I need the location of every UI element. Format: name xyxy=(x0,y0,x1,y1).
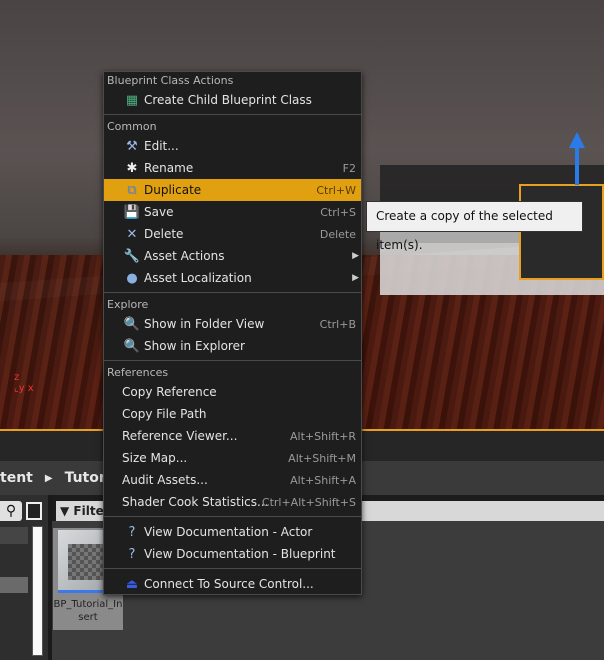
menu-item-delete[interactable]: ✕ Delete Delete xyxy=(104,223,361,245)
menu-item-label: Audit Assets... xyxy=(122,473,208,487)
globe-icon: ● xyxy=(126,270,138,286)
menu-item-show-in-folder-view[interactable]: 🔍 Show in Folder View Ctrl+B xyxy=(104,313,361,335)
menu-item-label: Show in Explorer xyxy=(144,339,245,353)
section-header: Common xyxy=(107,120,157,133)
scrollbar[interactable] xyxy=(32,526,43,656)
folder-row[interactable] xyxy=(0,527,28,544)
blueprint-icon: ▦ xyxy=(125,92,139,108)
menu-item-label: View Documentation - Blueprint xyxy=(144,547,336,561)
shortcut-label: Delete xyxy=(319,227,356,241)
wrench-icon: 🔧 xyxy=(123,248,141,264)
shortcut-label: Ctrl+B xyxy=(319,317,356,331)
view-options-icon[interactable] xyxy=(26,502,42,520)
menu-separator xyxy=(104,111,361,119)
axis-indicator-icon: z ⌞y x xyxy=(14,372,34,394)
menu-item-asset-localization[interactable]: ● Asset Localization ▶ xyxy=(104,267,361,289)
menu-item-connect-to-source-control[interactable]: ⏏ Connect To Source Control... xyxy=(104,573,361,595)
menu-item-rename[interactable]: ✱ Rename F2 xyxy=(104,157,361,179)
menu-item-edit[interactable]: ⚒ Edit... xyxy=(104,135,361,157)
menu-item-label: Shader Cook Statistics... xyxy=(122,495,269,509)
menu-item-reference-viewer[interactable]: Reference Viewer... Alt+Shift+R xyxy=(104,425,361,447)
menu-item-view-documentation-blueprint[interactable]: ? View Documentation - Blueprint xyxy=(104,543,361,565)
menu-item-label: Save xyxy=(144,205,174,219)
menu-item-label: Create Child Blueprint Class xyxy=(144,93,312,107)
menu-item-label: Delete xyxy=(144,227,184,241)
menu-item-asset-actions[interactable]: 🔧 Asset Actions ▶ xyxy=(104,245,361,267)
menu-item-label: View Documentation - Actor xyxy=(144,525,313,539)
cube-thumbnail-icon xyxy=(68,544,104,580)
menu-item-show-in-explorer[interactable]: 🔍 Show in Explorer xyxy=(104,335,361,357)
menu-item-view-documentation-actor[interactable]: ? View Documentation - Actor xyxy=(104,521,361,543)
menu-item-duplicate[interactable]: ⧉ Duplicate Ctrl+W xyxy=(104,179,361,201)
search-icon[interactable]: ⚲ xyxy=(0,501,22,521)
menu-item-label: Rename xyxy=(144,161,194,175)
save-icon: 💾 xyxy=(123,204,141,220)
context-menu: Blueprint Class Actions ▦ Create Child Blu… xyxy=(103,71,362,595)
section-header: References xyxy=(107,366,169,379)
menu-item-label: Reference Viewer... xyxy=(122,429,238,443)
shortcut-label: Ctrl+Alt+Shift+S xyxy=(261,495,356,509)
menu-item-label: Asset Localization xyxy=(144,271,252,285)
menu-item-create-child-blueprint-class[interactable]: ▦ Create Child Blueprint Class xyxy=(104,89,361,111)
source-control-icon: ⏏ xyxy=(125,576,139,592)
shortcut-label: F2 xyxy=(342,161,356,175)
breadcrumb-arrow-icon[interactable]: ▶ xyxy=(45,473,53,484)
menu-item-label: Edit... xyxy=(144,139,179,153)
tooltip: Create a copy of the selected item(s). xyxy=(366,201,583,252)
asset-name: BP_Tutorial_Insert xyxy=(53,599,123,623)
shortcut-label: Alt+Shift+R xyxy=(290,429,356,443)
help-icon: ? xyxy=(128,546,136,562)
help-icon: ? xyxy=(128,524,136,540)
menu-item-label: Connect To Source Control... xyxy=(144,577,314,591)
selected-cube-actor[interactable] xyxy=(519,184,604,280)
gizmo-arrow-head-icon[interactable] xyxy=(569,132,585,148)
menu-separator xyxy=(104,357,361,365)
menu-separator xyxy=(104,513,361,521)
menu-item-label: Show in Folder View xyxy=(144,317,265,331)
menu-item-shader-cook-statistics[interactable]: Shader Cook Statistics... Ctrl+Alt+Shift+… xyxy=(104,491,361,513)
menu-item-label: Duplicate xyxy=(144,183,202,197)
shortcut-label: Alt+Shift+A xyxy=(290,473,356,487)
menu-separator xyxy=(104,289,361,297)
menu-item-save[interactable]: 💾 Save Ctrl+S xyxy=(104,201,361,223)
menu-item-label: Asset Actions xyxy=(144,249,225,263)
menu-item-label: Size Map... xyxy=(122,451,188,465)
folder-row-selected[interactable] xyxy=(0,577,28,593)
section-header: Explore xyxy=(107,298,149,311)
rename-icon: ✱ xyxy=(126,160,138,176)
magnifier-icon: 🔍 xyxy=(123,338,141,354)
submenu-arrow-icon: ▶ xyxy=(352,251,359,261)
menu-item-label: Copy File Path xyxy=(122,407,207,421)
breadcrumb-item[interactable]: tent xyxy=(0,470,33,486)
magnifier-icon: 🔍 xyxy=(123,316,141,332)
menu-item-audit-assets[interactable]: Audit Assets... Alt+Shift+A xyxy=(104,469,361,491)
menu-separator xyxy=(104,565,361,573)
shortcut-label: Ctrl+S xyxy=(320,205,356,219)
delete-icon: ✕ xyxy=(126,226,138,242)
section-header: Blueprint Class Actions xyxy=(107,74,234,87)
menu-item-copy-reference[interactable]: Copy Reference xyxy=(104,381,361,403)
menu-item-size-map[interactable]: Size Map... Alt+Shift+M xyxy=(104,447,361,469)
submenu-arrow-icon: ▶ xyxy=(352,273,359,283)
duplicate-icon: ⧉ xyxy=(127,182,137,198)
shortcut-label: Alt+Shift+M xyxy=(288,451,356,465)
shortcut-label: Ctrl+W xyxy=(316,183,356,197)
menu-item-copy-file-path[interactable]: Copy File Path xyxy=(104,403,361,425)
menu-item-label: Copy Reference xyxy=(122,385,217,399)
hammer-icon: ⚒ xyxy=(126,138,138,154)
